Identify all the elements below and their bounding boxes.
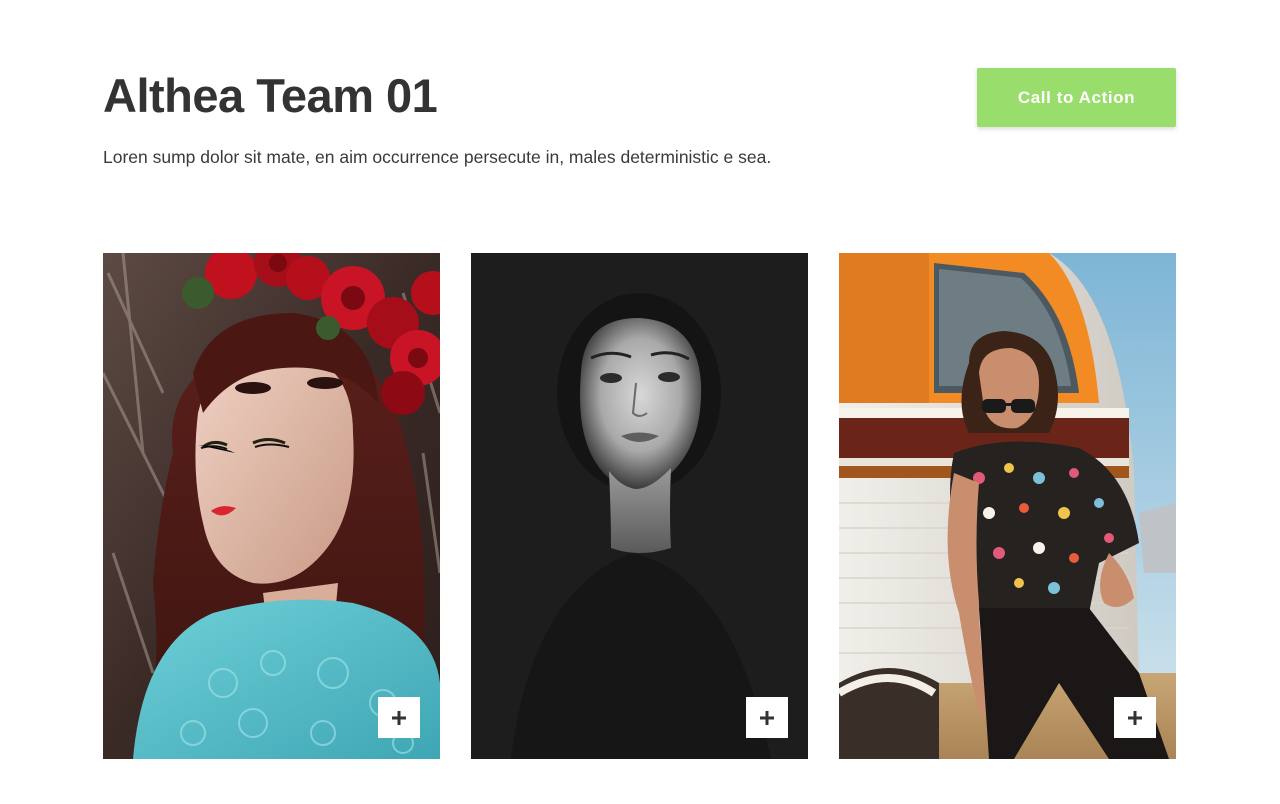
team-card bbox=[103, 253, 440, 759]
team-cards bbox=[103, 253, 1176, 759]
page-title: Althea Team 01 bbox=[103, 69, 438, 122]
team-member-photo bbox=[471, 253, 808, 759]
view-member-button[interactable] bbox=[746, 697, 788, 738]
plus-icon bbox=[1128, 710, 1142, 725]
view-member-button[interactable] bbox=[1114, 697, 1156, 738]
team-card bbox=[471, 253, 808, 759]
page-subtitle: Loren sump dolor sit mate, en aim occurr… bbox=[103, 147, 772, 167]
team-section: Althea Team 01 Loren sump dolor sit mate… bbox=[0, 0, 1280, 804]
team-member-photo bbox=[839, 253, 1176, 759]
plus-icon bbox=[760, 710, 774, 725]
view-member-button[interactable] bbox=[378, 697, 420, 738]
team-card bbox=[839, 253, 1176, 759]
plus-icon bbox=[392, 710, 406, 725]
call-to-action-button[interactable]: Call to Action bbox=[977, 68, 1176, 127]
team-member-photo bbox=[103, 253, 440, 759]
